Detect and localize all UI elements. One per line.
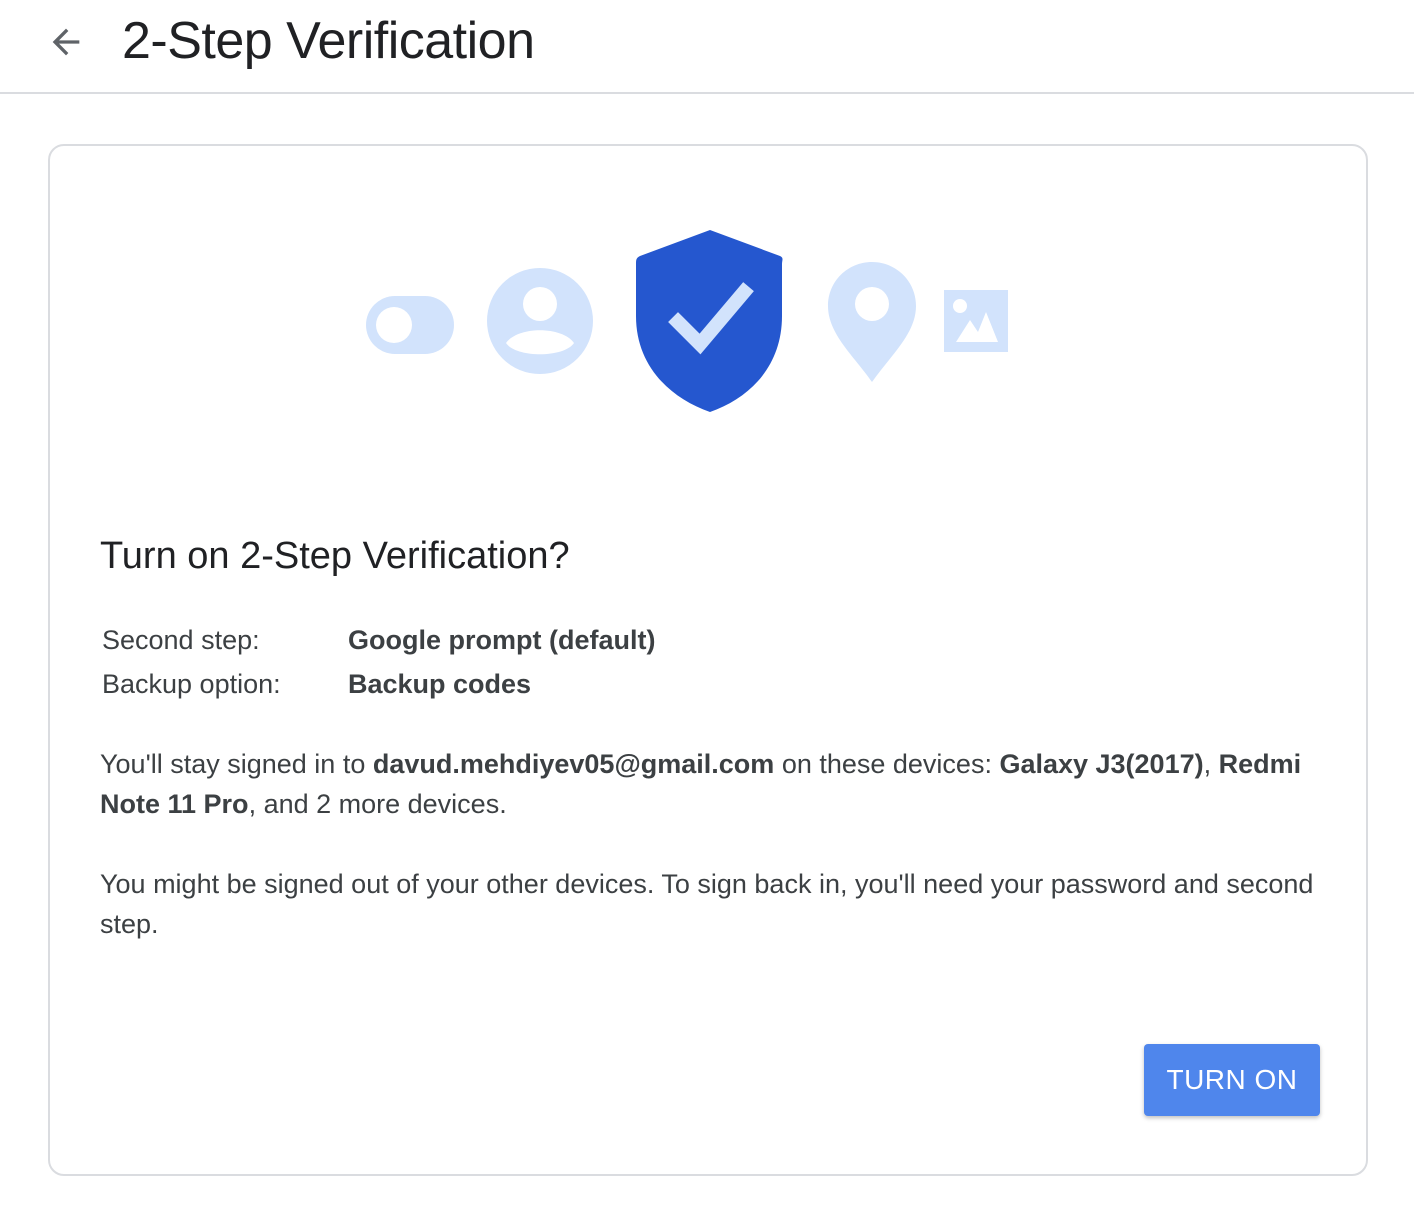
page-title: 2-Step Verification [122,12,535,70]
setting-label: Second step: [102,624,260,655]
setting-value: Backup codes [348,668,532,699]
location-pin-icon [828,262,916,382]
arrow-back-icon [52,28,80,56]
devices-paragraph: You'll stay signed in to davud.mehdiyev0… [100,744,1320,824]
device-name: Galaxy J3(2017) [999,749,1204,779]
setting-row-backup-option: Backup option: Backup codes [102,662,655,706]
shield-check-icon [636,230,783,412]
security-illustration [366,230,1008,412]
setting-row-second-step: Second step: Google prompt (default) [102,618,655,662]
turn-on-button[interactable]: TURN ON [1144,1044,1320,1116]
devices-suffix: , and 2 more devices. [248,789,507,819]
page-header: 2-Step Verification [0,0,1414,94]
account-email: davud.mehdiyev05@gmail.com [372,749,775,779]
account-circle-icon [487,268,593,374]
toggle-icon [366,296,454,354]
setting-value: Google prompt (default) [348,624,656,655]
settings-list: Second step: Google prompt (default) Bac… [102,618,655,706]
devices-comma: , [1203,749,1212,779]
dialog-title: Turn on 2-Step Verification? [100,535,570,577]
devices-prefix: You'll stay signed in to [100,749,373,779]
signout-warning: You might be signed out of your other de… [100,869,1314,939]
image-icon [944,290,1008,352]
confirmation-card: Turn on 2-Step Verification? Second step… [48,144,1368,1176]
devices-middle: on these devices: [774,749,1000,779]
back-button[interactable] [40,16,92,68]
setting-label: Backup option: [102,668,281,699]
